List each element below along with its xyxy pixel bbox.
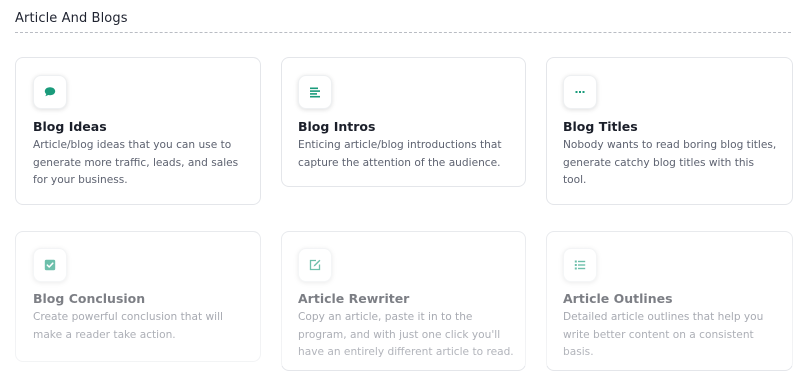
card-blog-titles[interactable]: Blog Titles Nobody wants to read boring … [546,57,793,205]
edit-icon [298,248,332,282]
card-article-outlines[interactable]: Article Outlines Detailed article outlin… [546,231,793,371]
card-blog-intros[interactable]: Blog Intros Enticing article/blog introd… [281,57,526,187]
card-description: Enticing article/blog introductions that… [298,139,502,169]
align-left-icon [298,75,332,109]
card-description: Copy an article, paste it in to the prog… [298,311,514,358]
card-description: Detailed article outlines that help you … [563,311,764,358]
check-square-icon [33,248,67,282]
card-title: Blog Titles [563,119,638,134]
card-blog-conclusion[interactable]: Blog Conclusion Create powerful conclusi… [15,231,261,362]
card-title: Article Outlines [563,291,673,306]
card-title: Blog Ideas [33,119,107,134]
section-divider [15,32,791,33]
card-article-rewriter[interactable]: Article Rewriter Copy an article, paste … [281,231,526,371]
chat-bubble-icon [33,75,67,109]
card-title: Blog Conclusion [33,291,146,306]
ellipsis-icon [563,75,597,109]
card-title: Article Rewriter [298,291,410,306]
card-description: Nobody wants to read boring blog titles,… [563,139,777,186]
list-icon [563,248,597,282]
section-title: Article And Blogs [15,11,128,26]
card-blog-ideas[interactable]: Blog Ideas Article/blog ideas that you c… [15,57,261,205]
card-title: Blog Intros [298,119,376,134]
card-description: Create powerful conclusion that will mak… [33,311,223,341]
card-description: Article/blog ideas that you can use to g… [33,139,239,186]
